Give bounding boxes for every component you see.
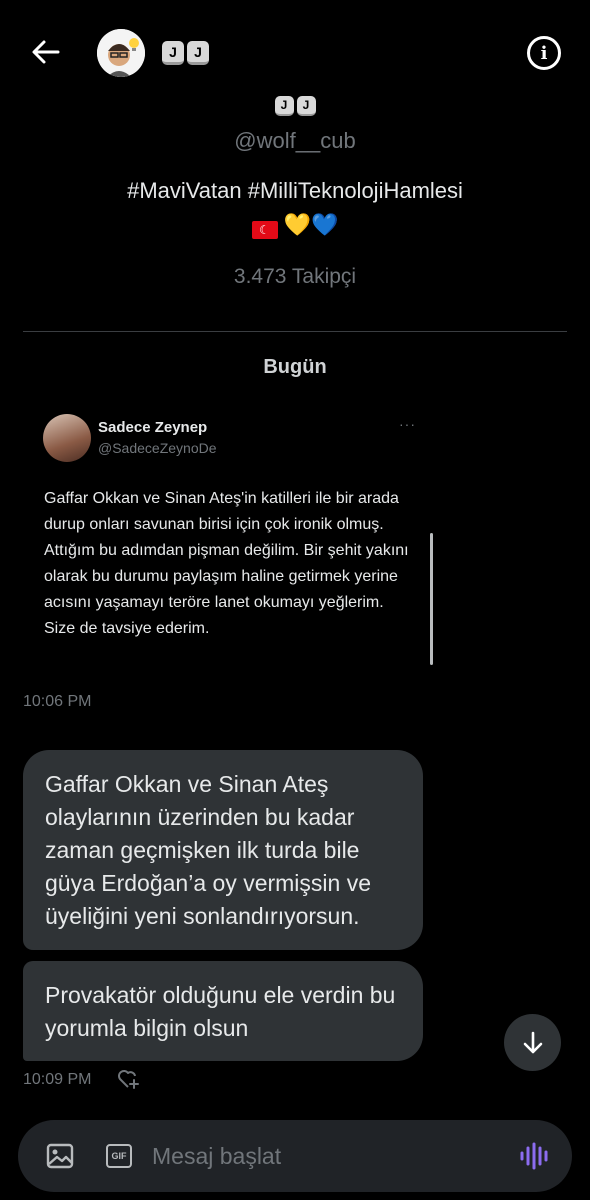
message-timestamp: 10:06 PM [23, 693, 92, 710]
gif-icon[interactable]: GIF [106, 1144, 132, 1168]
back-arrow-icon[interactable] [28, 34, 64, 70]
name-key: J [296, 96, 316, 116]
message-bubble[interactable]: Provakatör olduğunu ele verdin bu yoruml… [23, 961, 423, 1061]
voice-message-icon[interactable] [519, 1142, 551, 1170]
arrow-down-icon [523, 1031, 542, 1053]
divider [23, 331, 567, 332]
scroll-to-bottom-button[interactable] [504, 1014, 561, 1071]
name-key: J [187, 41, 209, 65]
message-input[interactable] [152, 1140, 492, 1172]
profile-name: J J [0, 96, 590, 116]
shared-tweet-handle: @SadeceZeynoDe [98, 440, 217, 456]
message-bubble[interactable]: Gaffar Okkan ve Sinan Ateş olaylarının ü… [23, 750, 423, 950]
message-timestamp: 10:09 PM [23, 1071, 92, 1088]
info-icon[interactable]: i [527, 36, 561, 70]
image-icon[interactable] [46, 1142, 74, 1170]
profile-emojis: ☾ 💛💙 [0, 212, 590, 239]
turkey-flag-icon: ☾ [251, 221, 278, 239]
message-composer: GIF [18, 1120, 572, 1192]
shared-tweet-text: Gaffar Okkan ve Sinan Ateş'in katilleri … [44, 490, 409, 637]
add-reaction-icon[interactable] [116, 1067, 140, 1091]
name-key: J [274, 96, 294, 116]
more-options-icon[interactable]: ··· [399, 416, 416, 432]
scrollbar[interactable] [430, 533, 433, 665]
conversation-title[interactable]: J J [162, 41, 209, 65]
followers-count: 3.473 Takipçi [233, 265, 357, 288]
profile-handle[interactable]: @wolf__cub [0, 128, 590, 154]
day-separator: Bugün [263, 356, 327, 378]
shared-tweet-avatar[interactable] [43, 414, 91, 462]
avatar[interactable] [97, 29, 145, 77]
profile-summary: J J @wolf__cub #MaviVatan #MilliTeknoloj… [0, 96, 590, 289]
shared-tweet-author[interactable]: Sadece Zeynep [98, 419, 207, 436]
hearts-emoji: 💛💙 [283, 212, 339, 237]
top-bar: J J i [0, 0, 590, 105]
name-key: J [162, 41, 184, 65]
shared-tweet-card[interactable]: Sadece Zeynep @SadeceZeynoDe ··· Gaffar … [23, 398, 443, 670]
profile-bio: #MaviVatan #MilliTeknolojiHamlesi [127, 178, 463, 203]
